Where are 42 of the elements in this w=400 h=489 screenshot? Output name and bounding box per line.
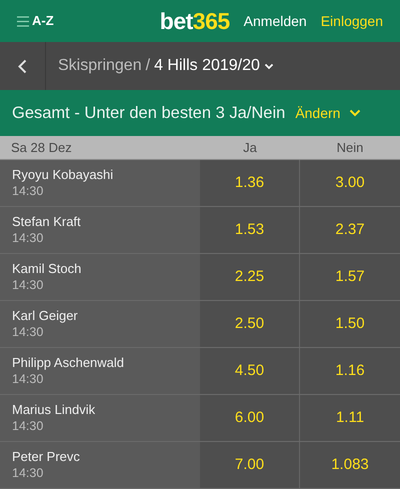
odds-button[interactable]: 3.00 [300, 160, 400, 206]
event-time: 14:30 [12, 326, 44, 339]
back-icon [18, 58, 27, 74]
chevron-down-icon [349, 109, 362, 117]
odds-button[interactable]: 2.25 [200, 254, 300, 300]
event-time: 14:30 [12, 185, 44, 198]
column-header: Sa 28 Dez [10, 138, 73, 157]
event-time: 14:30 [12, 467, 44, 480]
column-header: Ja [242, 138, 258, 157]
odds-button[interactable]: 1.11 [300, 395, 400, 441]
menu-button[interactable]: A-Z [17, 11, 54, 31]
odds-button[interactable]: 1.16 [300, 348, 400, 394]
odds-button[interactable]: 2.37 [300, 207, 400, 253]
odds-button[interactable]: 1.50 [300, 301, 400, 347]
odds-button[interactable]: 1.36 [200, 160, 300, 206]
participant-name: Marius Lindvik [12, 403, 96, 416]
event-time: 14:30 [12, 420, 44, 433]
odds-button[interactable]: 1.083 [300, 442, 400, 488]
odds-button[interactable]: 6.00 [200, 395, 300, 441]
change-button[interactable]: Ändern [295, 102, 362, 124]
odds-button[interactable]: 1.57 [300, 254, 400, 300]
participant-name: Ryoyu Kobayashi [12, 168, 114, 182]
market-title: Gesamt - Unter den besten 3 Ja/Nein [12, 102, 286, 124]
event-selector[interactable]: Skispringen / 4 Hills 2019/20 [58, 54, 274, 78]
header-link[interactable]: Einloggen [320, 10, 383, 32]
menu-icon [17, 16, 29, 26]
bet365-logo[interactable]: bet365 [160, 10, 230, 32]
participant-name: Karl Geiger [12, 309, 79, 322]
event-time: 14:30 [12, 373, 44, 386]
odds-button[interactable]: 7.00 [200, 442, 300, 488]
event-time: 14:30 [12, 232, 44, 245]
odds-button[interactable]: 1.53 [200, 207, 300, 253]
participant-name: Kamil Stoch [12, 262, 82, 276]
event-time: 14:30 [12, 279, 44, 292]
participant-name: Stefan Kraft [12, 215, 82, 228]
header-link[interactable]: Anmelden [244, 10, 307, 32]
odds-button[interactable]: 4.50 [200, 348, 300, 394]
chevron-down-icon [264, 62, 274, 70]
column-header: Nein [336, 138, 364, 157]
participant-name: Peter Prevc [12, 450, 81, 464]
participant-name: Philipp Aschenwald [12, 356, 126, 370]
odds-button[interactable]: 2.50 [200, 301, 300, 347]
